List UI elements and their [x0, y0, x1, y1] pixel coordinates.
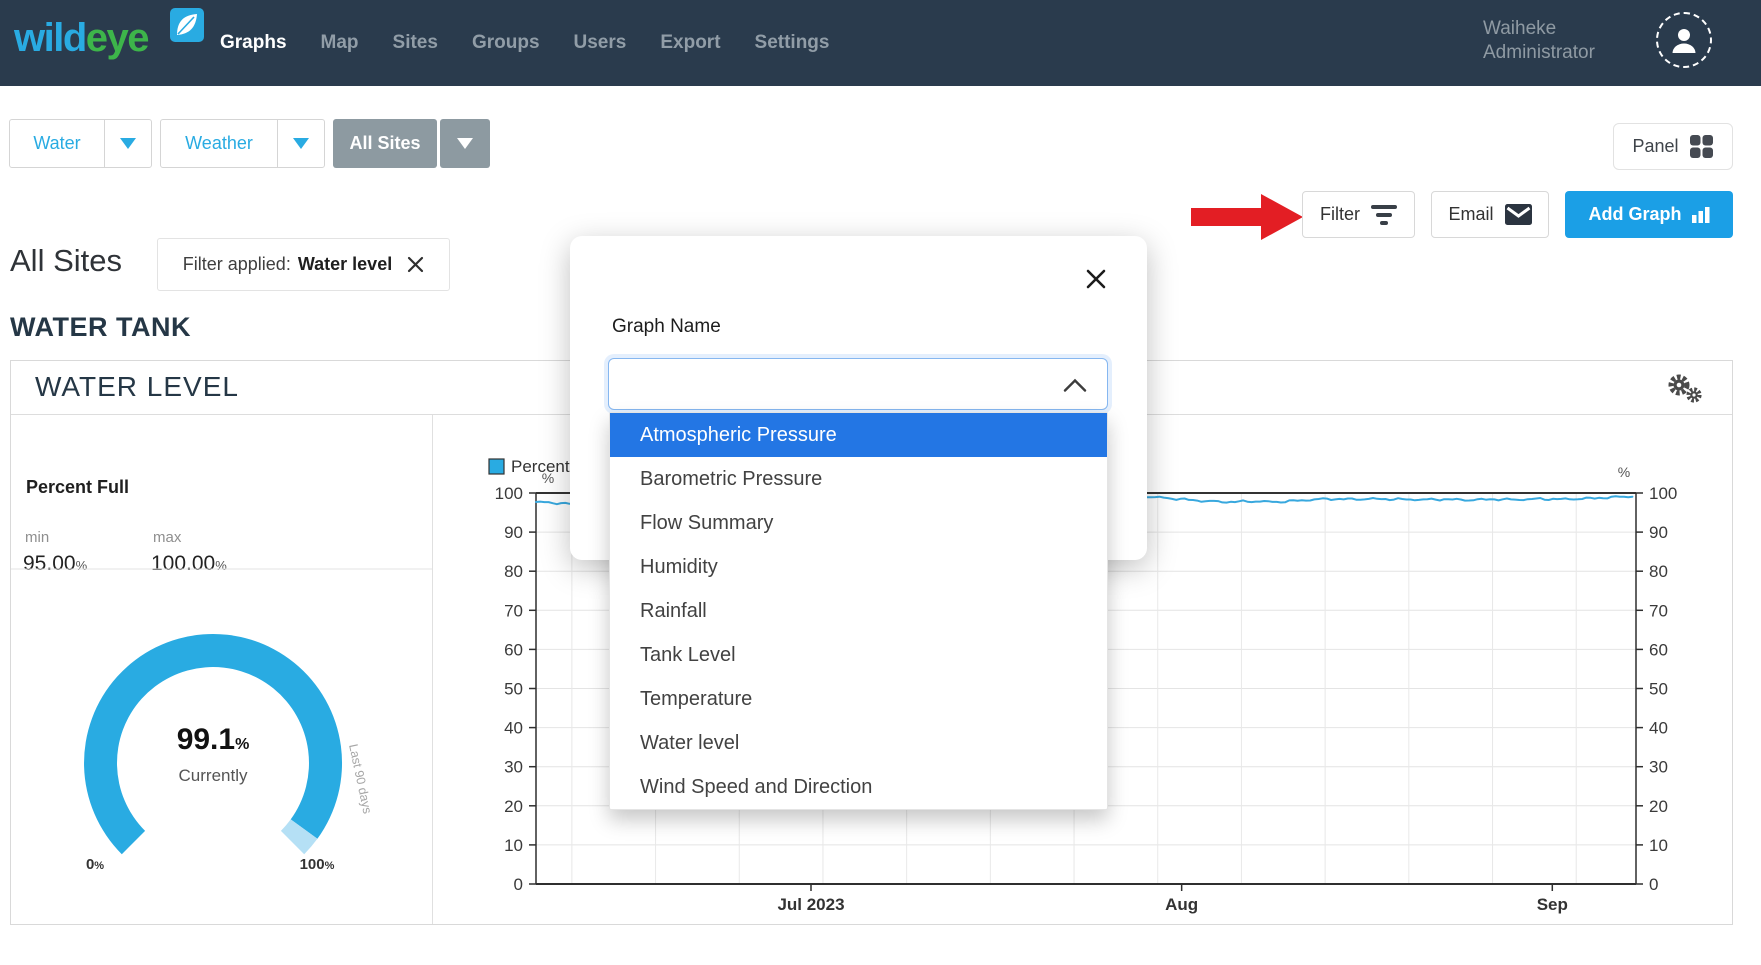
y-axis-label: 90 [504, 523, 523, 542]
email-button[interactable]: Email [1431, 191, 1549, 238]
modal-close-icon[interactable] [1080, 263, 1112, 295]
x-axis-label: Jul 2023 [777, 895, 844, 914]
y-axis-label: 100 [495, 484, 523, 503]
user-name: Waiheke Administrator [1483, 17, 1595, 65]
y-axis-label: 70 [1649, 601, 1668, 620]
y-axis-label: 90 [1649, 523, 1668, 542]
y-axis-label: 20 [1649, 797, 1668, 816]
filter-icon [1371, 205, 1397, 225]
dropdown-option[interactable]: Flow Summary [610, 501, 1107, 545]
water-dropdown-arrow[interactable] [104, 120, 151, 167]
chip-value: Water level [298, 254, 392, 275]
y-axis-label: 80 [504, 562, 523, 581]
avatar[interactable] [1656, 12, 1712, 68]
chevron-up-icon [1062, 378, 1088, 393]
nav-menu: Graphs Map Sites Groups Users Export Settings [220, 0, 829, 86]
logo-leaf-badge [170, 8, 204, 42]
panel-button-label: Panel [1632, 136, 1678, 157]
leaf-icon [170, 8, 204, 42]
navbar: wildeye Graphs Map Sites Groups Users Export S… [0, 0, 1761, 86]
person-icon [1669, 25, 1699, 55]
filter-applied-chip: Filter applied: Water level [157, 238, 450, 291]
water-dropdown[interactable]: Water [9, 119, 152, 168]
y-axis-label: 30 [504, 758, 523, 777]
panel-title: WATER LEVEL [35, 361, 239, 413]
nav-item-graphs[interactable]: Graphs [220, 32, 287, 54]
chip-close-icon[interactable] [407, 256, 424, 273]
dropdown-option[interactable]: Water level [610, 721, 1107, 765]
svg-text:%: % [1618, 464, 1630, 480]
nav-item-export[interactable]: Export [660, 32, 720, 54]
nav-item-users[interactable]: Users [574, 32, 627, 54]
dropdown-option[interactable]: Wind Speed and Direction [610, 765, 1107, 809]
y-axis-label: 10 [504, 836, 523, 855]
y-axis-label: 60 [1649, 640, 1668, 659]
nav-item-map[interactable]: Map [321, 32, 359, 54]
gauge-column: Percent Full min max 95.00% 100.00% 99.1… [11, 415, 433, 924]
nav-item-groups[interactable]: Groups [472, 32, 540, 54]
logo-part-eye: eye [86, 16, 148, 60]
grid-icon [1689, 134, 1714, 159]
user-name-line2: Administrator [1483, 41, 1595, 65]
x-axis-label: Aug [1165, 895, 1198, 914]
graph-name-option-list: Atmospheric PressureBarometric PressureF… [609, 412, 1108, 810]
y-axis-label: 0 [514, 875, 523, 894]
svg-text:0%: 0% [86, 856, 104, 873]
y-axis-label: 0 [1649, 875, 1658, 894]
y-axis-label: 10 [1649, 836, 1668, 855]
bar-chart-icon [1692, 206, 1710, 223]
dropdown-option[interactable]: Rainfall [610, 589, 1107, 633]
logo-part-wild: wild [14, 16, 86, 60]
y-axis-label: 100 [1649, 484, 1677, 503]
red-arrow [1191, 194, 1305, 240]
user-name-line1: Waiheke [1483, 17, 1595, 41]
y-axis-label: 50 [1649, 680, 1668, 699]
panel-button[interactable]: Panel [1613, 123, 1733, 170]
y-axis-label: 50 [504, 680, 523, 699]
dropdown-option[interactable]: Temperature [610, 677, 1107, 721]
graph-name-label: Graph Name [612, 316, 721, 338]
x-axis-label: Sep [1537, 895, 1568, 914]
page-title: All Sites [10, 243, 122, 279]
water-dropdown-label: Water [10, 120, 104, 167]
svg-text:Last 90 days: Last 90 days [346, 743, 374, 815]
all-sites-dropdown-arrow[interactable] [440, 119, 490, 168]
svg-text:Currently: Currently [179, 766, 248, 785]
weather-dropdown-label: Weather [161, 120, 277, 167]
caret-down-icon [293, 138, 309, 149]
gauge-chart: 99.1% Currently Last 90 days 0% 100% [11, 415, 432, 923]
add-graph-button-label: Add Graph [1589, 204, 1682, 225]
nav-item-sites[interactable]: Sites [393, 32, 438, 54]
svg-text:99.1%: 99.1% [177, 723, 250, 756]
dropdown-option[interactable]: Tank Level [610, 633, 1107, 677]
graph-name-select[interactable] [608, 358, 1108, 410]
settings-gears-icon[interactable] [1655, 367, 1725, 411]
email-button-label: Email [1448, 204, 1493, 225]
wildeye-logo[interactable]: wildeye [14, 16, 148, 61]
all-sites-dropdown[interactable]: All Sites [333, 119, 437, 168]
y-axis-label: 70 [504, 601, 523, 620]
filter-button[interactable]: Filter [1302, 191, 1415, 238]
chip-prefix: Filter applied: [183, 254, 291, 275]
all-sites-label: All Sites [349, 133, 420, 154]
weather-dropdown[interactable]: Weather [160, 119, 325, 168]
y-axis-label: 20 [504, 797, 523, 816]
y-axis-label: 40 [1649, 719, 1668, 738]
dropdown-option[interactable]: Humidity [610, 545, 1107, 589]
filter-button-label: Filter [1320, 204, 1360, 225]
envelope-icon [1505, 204, 1532, 225]
caret-down-icon [457, 138, 473, 149]
y-axis-label: 60 [504, 640, 523, 659]
nav-item-settings[interactable]: Settings [755, 32, 830, 54]
add-graph-button[interactable]: Add Graph [1565, 191, 1733, 238]
caret-down-icon [120, 138, 136, 149]
site-section-title: WATER TANK [10, 312, 191, 343]
dropdown-option[interactable]: Barometric Pressure [610, 457, 1107, 501]
y-axis-label: 30 [1649, 758, 1668, 777]
weather-dropdown-arrow[interactable] [277, 120, 324, 167]
svg-text:100%: 100% [300, 856, 335, 873]
dropdown-option[interactable]: Atmospheric Pressure [610, 413, 1107, 457]
y-axis-label: 40 [504, 719, 523, 738]
y-axis-label: 80 [1649, 562, 1668, 581]
